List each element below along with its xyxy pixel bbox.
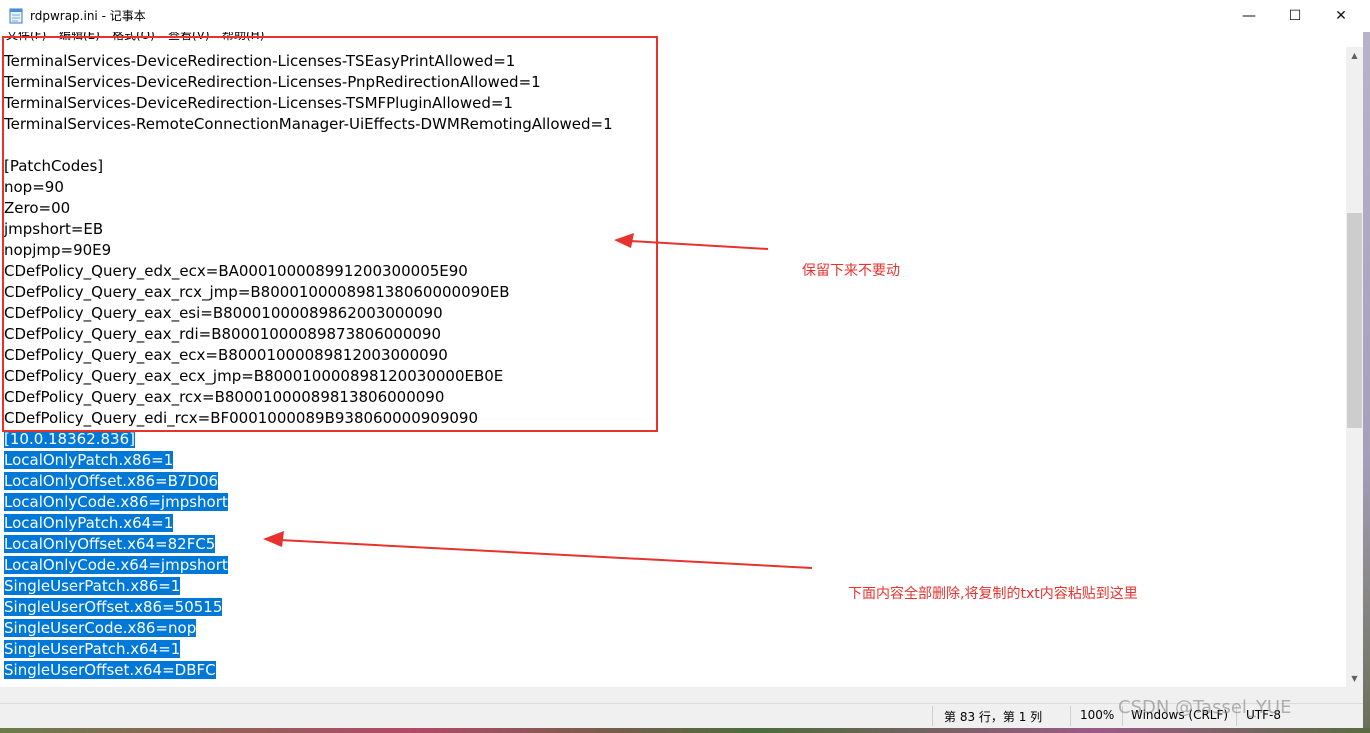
notepad-icon (9, 8, 23, 24)
text-line[interactable]: LocalOnlyCode.x64=jmpshort (4, 555, 228, 576)
status-divider (932, 706, 933, 726)
window-title: rdpwrap.ini - 记事本 (30, 9, 146, 23)
text-line-content: LocalOnlyPatch.x64=1 (4, 514, 174, 532)
text-line[interactable]: LocalOnlyPatch.x64=1 (4, 513, 174, 534)
annotation-keep-text: 保留下来不要动 (802, 263, 900, 279)
text-line[interactable]: [10.0.18362.836] (4, 429, 135, 450)
text-line-content: SingleUserOffset.x86=50515 (4, 598, 223, 616)
close-button[interactable]: ✕ (1318, 0, 1364, 32)
title-bar[interactable]: rdpwrap.ini - 记事本 — ☐ ✕ (0, 0, 1370, 32)
desktop-wallpaper (1363, 32, 1370, 733)
scrollbar-corner (1346, 687, 1363, 703)
scrollbar-thumb[interactable] (1347, 213, 1362, 428)
text-line-content: LocalOnlyPatch.x86=1 (4, 451, 174, 469)
text-line-content: LocalOnlyOffset.x64=82FC5 (4, 535, 216, 553)
text-line-content: LocalOnlyCode.x86=jmpshort (4, 493, 228, 511)
notepad-window: rdpwrap.ini - 记事本 — ☐ ✕ 文件(F) 编辑(E) 格式(O… (0, 0, 1370, 733)
status-divider (1070, 706, 1071, 726)
text-line[interactable]: SingleUserOffset.x64=DBFC (4, 660, 216, 681)
text-line[interactable]: LocalOnlyCode.x86=jmpshort (4, 492, 228, 513)
text-line-content: SingleUserPatch.x86=1 (4, 577, 181, 595)
minimize-icon: — (1242, 8, 1256, 24)
vertical-scrollbar[interactable]: ▲ ▼ (1346, 47, 1363, 687)
text-line-content: LocalOnlyOffset.x86=B7D06 (4, 472, 219, 490)
watermark-text: CSDN @Tassel_YUE (1118, 697, 1292, 718)
text-line[interactable]: SingleUserCode.x86=nop (4, 618, 197, 639)
maximize-icon: ☐ (1288, 8, 1302, 24)
text-line[interactable]: SingleUserOffset.x86=50515 (4, 597, 223, 618)
text-line-content: SingleUserCode.x86=nop (4, 619, 197, 637)
minimize-button[interactable]: — (1226, 0, 1272, 32)
scroll-up-icon[interactable]: ▲ (1346, 47, 1363, 64)
desktop-wallpaper-strip (0, 728, 1370, 733)
scroll-down-icon[interactable]: ▼ (1346, 670, 1363, 687)
text-line-content: SingleUserPatch.x64=1 (4, 640, 181, 658)
maximize-button[interactable]: ☐ (1272, 0, 1318, 32)
text-line[interactable]: LocalOnlyOffset.x86=B7D06 (4, 471, 219, 492)
cursor-position: 第 83 行，第 1 列 (944, 710, 1043, 724)
text-line-content: SingleUserOffset.x64=DBFC (4, 661, 216, 679)
close-icon: ✕ (1335, 8, 1347, 24)
text-line[interactable]: SingleUserPatch.x64=1 (4, 639, 181, 660)
annotation-delete-text: 下面内容全部删除,将复制的txt内容粘贴到这里 (848, 586, 1138, 602)
text-line-content: LocalOnlyCode.x64=jmpshort (4, 556, 228, 574)
text-line-content: [10.0.18362.836] (4, 430, 135, 448)
zoom-level: 100% (1080, 708, 1115, 722)
text-line[interactable]: LocalOnlyOffset.x64=82FC5 (4, 534, 216, 555)
text-line[interactable]: SingleUserPatch.x86=1 (4, 576, 181, 597)
text-line[interactable]: LocalOnlyPatch.x86=1 (4, 450, 174, 471)
annotation-highlight-box (2, 36, 658, 432)
